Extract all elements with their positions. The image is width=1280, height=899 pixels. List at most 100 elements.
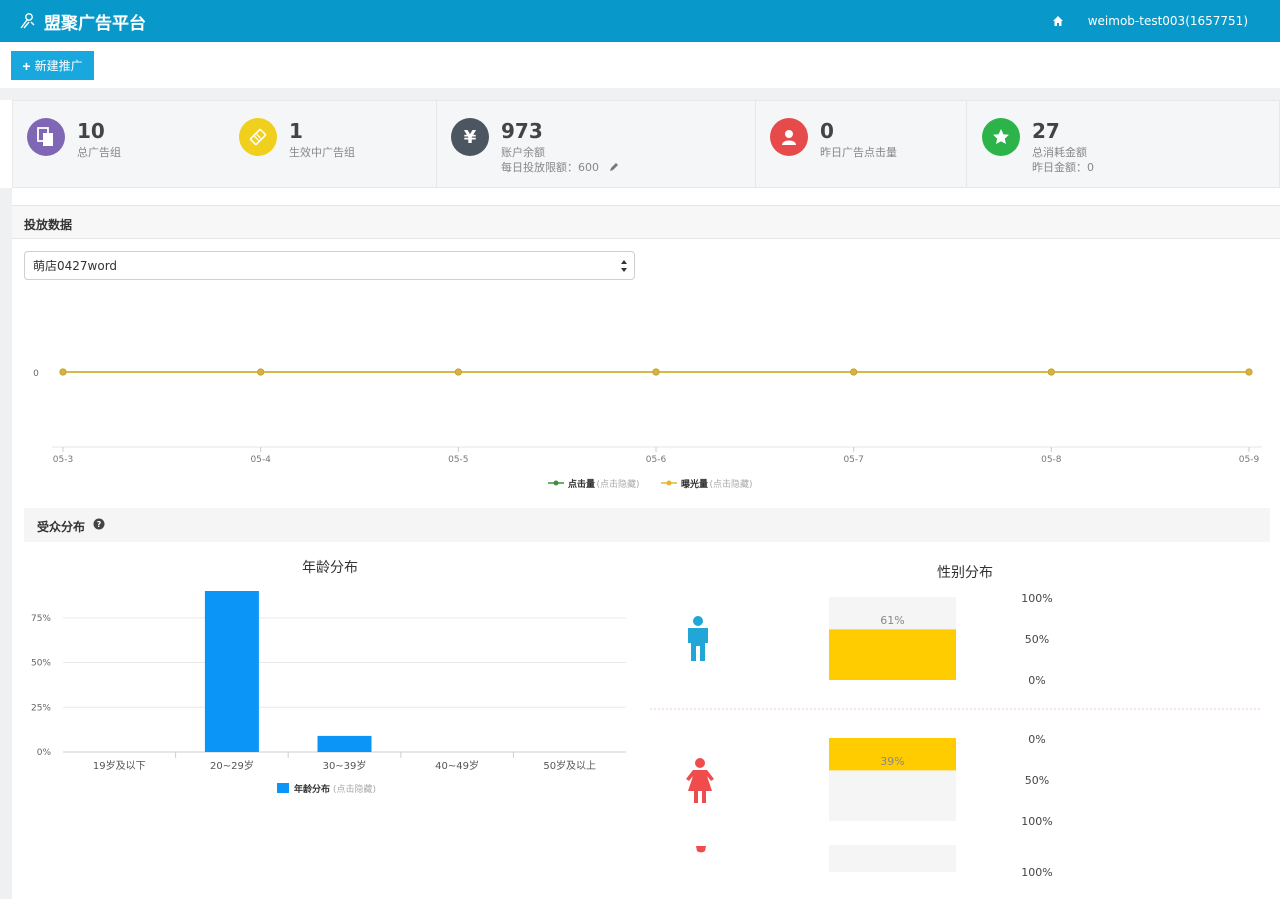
data-point <box>59 368 67 376</box>
x-tick-label: 20~29岁 <box>210 759 254 772</box>
chart-title: 年龄分布 <box>302 560 358 576</box>
scale-label: 100% <box>1021 592 1052 605</box>
x-tick-label: 05-8 <box>1041 455 1062 465</box>
male-bar <box>829 629 956 680</box>
scale-label: 0% <box>1028 674 1045 687</box>
stat-circle <box>770 118 808 156</box>
stat-circle <box>27 118 65 156</box>
female-icon <box>686 758 714 803</box>
legend-hint: (点击隐藏) <box>710 478 753 490</box>
select-arrows-icon <box>621 260 627 272</box>
data-point <box>850 368 858 376</box>
help-icon[interactable]: ? <box>93 518 105 530</box>
megaphone-icon <box>20 13 35 29</box>
legend-swatch <box>277 783 289 793</box>
y-tick-label: 0% <box>37 748 52 758</box>
female-body <box>686 770 714 803</box>
stat-label: 总广告组 <box>77 146 121 159</box>
star-icon <box>993 129 1009 144</box>
app-title: 盟聚广告平台 <box>44 13 146 34</box>
legend-marker <box>666 480 672 486</box>
y-tick-label: 50% <box>31 659 51 669</box>
select-value: 萌店0427word <box>33 259 118 273</box>
stat-value: 27 <box>1032 119 1060 143</box>
x-tick-label: 40~49岁 <box>435 759 479 772</box>
scale-label: 100% <box>1021 866 1052 879</box>
section-title: 受众分布 <box>37 520 86 534</box>
data-point <box>257 368 265 376</box>
delivery-line-chart: 005-3 05-4 05-5 05-6 05-7 05-8 05-9点击量 (点击隐藏) 曝光… <box>33 368 1262 490</box>
female-value-label: 39% <box>880 755 904 768</box>
male-head <box>693 616 703 626</box>
y-tick-label: 25% <box>31 703 51 713</box>
male-icon <box>688 616 708 661</box>
partial-track <box>829 845 956 872</box>
scale-label: 50% <box>1025 774 1049 787</box>
chart-title: 性别分布 <box>937 565 993 581</box>
age-distribution-chart: 年龄分布 0% 25% 50% 75% 19岁及以下 20~29岁 30~39岁 40~49岁 5… <box>31 560 626 795</box>
legend-label: 曝光量 <box>681 478 708 490</box>
age-bar <box>317 735 372 752</box>
delivery-section-header: 投放数据 <box>12 205 1280 239</box>
daily-limit: 每日投放限额：600 <box>501 159 619 175</box>
x-tick-label: 05-7 <box>843 455 863 465</box>
daily-limit-text: 每日投放限额：600 <box>501 161 599 174</box>
stat-total-groups: 10 总广告组 <box>13 101 225 187</box>
legend-label: 点击量 <box>568 478 595 490</box>
x-tick-label: 05-6 <box>646 455 667 465</box>
stat-active-groups: 1 生效中广告组 <box>225 101 437 187</box>
user-name[interactable]: weimob-test003(1657751) <box>1088 14 1248 28</box>
stat-circle: ¥ <box>451 118 489 156</box>
scale-label: 100% <box>1021 815 1052 828</box>
stat-circle <box>239 118 277 156</box>
age-bar <box>204 591 259 752</box>
new-promotion-label: 新建推广 <box>34 59 83 73</box>
scale-label: 50% <box>1025 633 1049 646</box>
left-rail <box>0 188 12 899</box>
stat-label: 总消耗金额 <box>1032 146 1087 159</box>
home-icon[interactable] <box>1052 15 1064 27</box>
x-tick-label: 30~39岁 <box>323 759 367 772</box>
x-tick-label: 05-4 <box>250 455 271 465</box>
svg-text:?: ? <box>97 520 102 529</box>
legend-marker <box>553 480 559 486</box>
new-promotion-button[interactable]: + 新建推广 <box>11 51 94 80</box>
stat-label: 账户余额 <box>501 146 545 159</box>
stat-value: 1 <box>289 119 303 143</box>
x-tick-label: 50岁及以上 <box>543 759 596 772</box>
section-title: 投放数据 <box>24 218 73 232</box>
stat-clicks: 0 昨日广告点击量 <box>756 101 966 187</box>
campaign-select[interactable]: 萌店0427word <box>24 251 635 280</box>
stats-panel: 10 总广告组 1 生效中广告组 ¥ 973 账户余额 每日投放限额：600 0… <box>12 100 1280 188</box>
stat-balance: ¥ 973 账户余额 每日投放限额：600 <box>437 101 755 187</box>
ticket-icon <box>249 128 267 146</box>
top-bar: 盟聚广告平台 weimob-test003(1657751) <box>0 0 1280 42</box>
legend-label: 年龄分布 <box>294 783 330 795</box>
legend-hint: (点击隐藏) <box>333 783 376 795</box>
yen-icon: ¥ <box>463 126 477 148</box>
data-point <box>1047 368 1055 376</box>
data-point <box>652 368 660 376</box>
y-tick-label: 75% <box>31 614 51 624</box>
stat-value: 10 <box>77 119 105 143</box>
audience-section-header: 受众分布 ? <box>24 508 1270 542</box>
stat-label: 生效中广告组 <box>289 146 355 159</box>
user-icon <box>782 130 796 145</box>
divider <box>966 101 967 187</box>
scale-label: 0% <box>1028 733 1045 746</box>
x-tick-label: 05-3 <box>53 455 73 465</box>
gender-distribution-chart: 性别分布 61% 100% 50% 0% 39% 0% 50% 100% 100% <box>650 565 1262 879</box>
yesterday-spend: 昨日金额：0 <box>1032 161 1094 174</box>
data-point <box>1245 368 1253 376</box>
stat-circle <box>982 118 1020 156</box>
male-value-label: 61% <box>880 614 904 627</box>
brand[interactable]: 盟聚广告平台 <box>18 9 146 34</box>
stat-value: 0 <box>820 119 834 143</box>
document-icon <box>37 127 53 146</box>
stat-label: 昨日广告点击量 <box>820 146 897 159</box>
x-tick-label: 19岁及以下 <box>93 759 146 772</box>
stat-value: 973 <box>501 119 543 143</box>
partial-icon <box>696 846 706 853</box>
pencil-icon[interactable] <box>609 162 619 172</box>
male-body <box>688 628 708 661</box>
